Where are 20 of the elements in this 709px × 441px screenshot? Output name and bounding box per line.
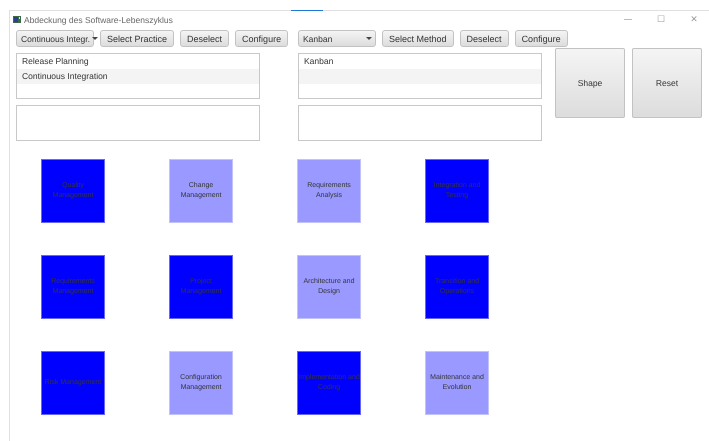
- toolbar-button[interactable]: Deselect: [180, 30, 230, 47]
- window-title: Abdeckung des Software-Lebenszyklus: [24, 14, 173, 24]
- maximize-button[interactable]: ☐: [646, 14, 676, 24]
- list-item[interactable]: Continuous Integration: [17, 69, 259, 84]
- toolbar-button[interactable]: Select Method: [382, 30, 454, 47]
- list-item[interactable]: Kanban: [299, 54, 541, 69]
- toolbar-button[interactable]: Configure: [514, 30, 568, 47]
- list-item[interactable]: Release Planning: [17, 54, 259, 69]
- toolbar-button[interactable]: Deselect: [460, 30, 509, 47]
- app-icon: [13, 16, 21, 23]
- toolbar-button[interactable]: Configure: [235, 30, 288, 47]
- toolbar-button[interactable]: Select Practice: [100, 30, 174, 47]
- text-area[interactable]: [298, 105, 542, 141]
- text-area[interactable]: [16, 105, 260, 141]
- minimize-button[interactable]: —: [613, 14, 643, 24]
- caret-icon: [366, 37, 372, 40]
- close-button[interactable]: ✕: [679, 14, 709, 24]
- action-button[interactable]: Shape: [555, 48, 625, 118]
- action-button[interactable]: Reset: [632, 48, 702, 118]
- dropdown[interactable]: Kanban: [298, 30, 376, 47]
